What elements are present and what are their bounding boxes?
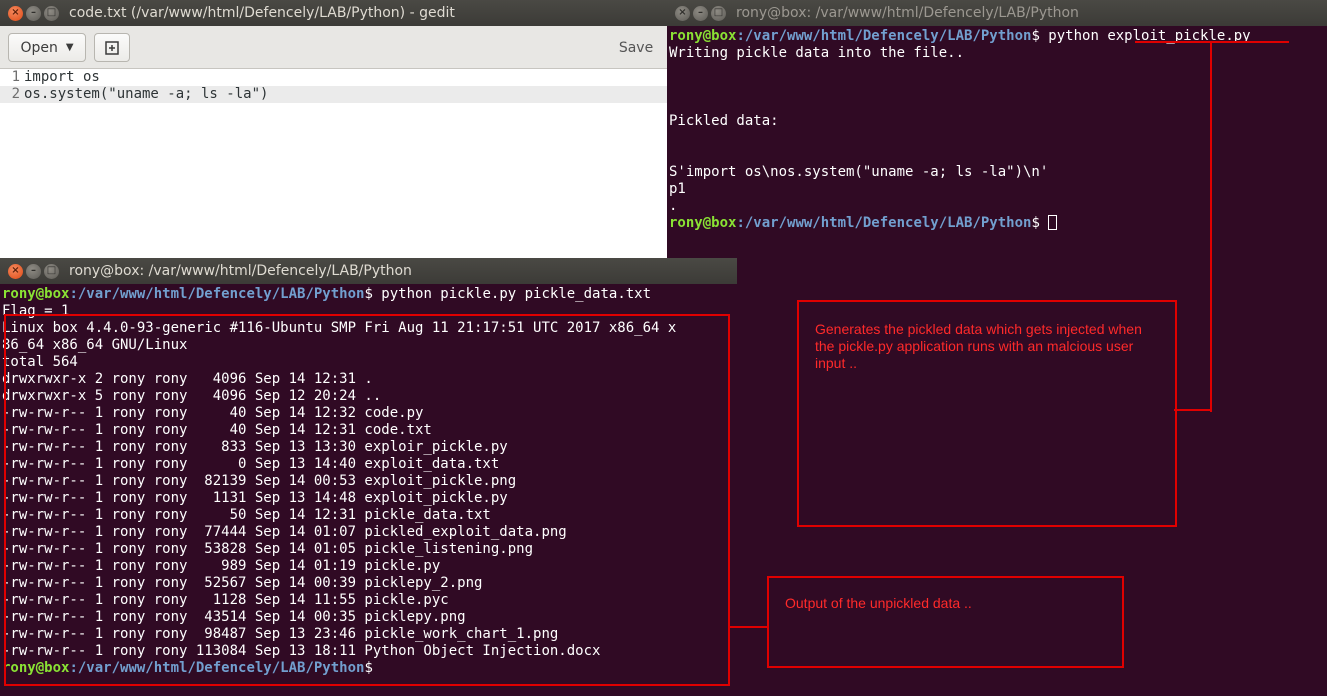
terminal-left-title: rony@box: /var/www/html/Defencely/LAB/Py… bbox=[69, 263, 412, 279]
maximize-icon[interactable]: □ bbox=[711, 5, 726, 21]
gedit-title: code.txt (/var/www/html/Defencely/LAB/Py… bbox=[69, 5, 455, 21]
output-line: S'import os\nos.system("uname -a; ls -la… bbox=[669, 164, 1049, 180]
prompt-symbol: $ bbox=[1031, 215, 1049, 231]
prompt-user: rony@box bbox=[669, 28, 737, 44]
open-button[interactable]: Open ▼ bbox=[8, 33, 86, 62]
pickled-annotation-text: Generates the pickled data which gets in… bbox=[815, 321, 1142, 371]
close-icon[interactable]: × bbox=[675, 5, 690, 21]
chevron-down-icon: ▼ bbox=[65, 42, 74, 53]
command-line: rony@box:/var/www/html/Defencely/LAB/Pyt… bbox=[0, 286, 737, 303]
close-icon[interactable]: × bbox=[8, 263, 23, 279]
output-line: . bbox=[669, 198, 678, 214]
output-line: Pickled data: bbox=[669, 113, 779, 129]
close-icon[interactable]: × bbox=[8, 5, 23, 21]
unpickled-annotation-text: Output of the unpickled data .. bbox=[785, 595, 972, 611]
editor-line-current: 2 os.system("uname -a; ls -la") bbox=[0, 86, 667, 103]
line-number: 1 bbox=[11, 69, 20, 85]
terminal-right-title: rony@box: /var/www/html/Defencely/LAB/Py… bbox=[736, 5, 1079, 21]
minimize-icon[interactable]: – bbox=[26, 5, 41, 21]
terminal-right-titlebar[interactable]: × – □ rony@box: /var/www/html/Defencely/… bbox=[667, 0, 1327, 26]
unpickled-annotation-box: Output of the unpickled data .. bbox=[767, 576, 1124, 668]
new-document-icon bbox=[105, 40, 119, 55]
maximize-icon[interactable]: □ bbox=[44, 5, 59, 21]
open-label: Open bbox=[20, 39, 58, 56]
connector-line bbox=[1174, 409, 1212, 411]
editor-line: 1 import os bbox=[0, 69, 667, 86]
command-prefix: $ python bbox=[1031, 28, 1108, 44]
prompt-path: :/var/www/html/Defencely/LAB/Python bbox=[736, 28, 1032, 44]
prompt-user: rony@box bbox=[2, 286, 70, 302]
gedit-window: × – □ code.txt (/var/www/html/Defencely/… bbox=[0, 0, 667, 300]
minimize-icon[interactable]: – bbox=[693, 5, 708, 21]
maximize-icon[interactable]: □ bbox=[44, 263, 59, 279]
terminal-left-titlebar[interactable]: × – □ rony@box: /var/www/html/Defencely/… bbox=[0, 258, 737, 284]
command-text: $ python pickle.py pickle_data.txt bbox=[364, 286, 652, 302]
connector-line bbox=[730, 626, 768, 628]
new-tab-button[interactable] bbox=[94, 33, 130, 62]
gedit-toolbar: Open ▼ Save bbox=[0, 26, 667, 69]
gedit-titlebar[interactable]: × – □ code.txt (/var/www/html/Defencely/… bbox=[0, 0, 667, 26]
pickled-annotation-box: Generates the pickled data which gets in… bbox=[797, 300, 1177, 527]
output-line: Writing pickle data into the file.. bbox=[669, 45, 965, 61]
prompt-path: :/var/www/html/Defencely/LAB/Python bbox=[69, 286, 365, 302]
prompt-user: rony@box bbox=[669, 215, 737, 231]
prompt-path: :/var/www/html/Defencely/LAB/Python bbox=[736, 215, 1032, 231]
output-line: p1 bbox=[669, 181, 686, 197]
line-text: os.system("uname -a; ls -la") bbox=[24, 86, 269, 102]
line-number: 2 bbox=[11, 86, 20, 102]
minimize-icon[interactable]: – bbox=[26, 263, 41, 279]
save-button[interactable]: Save bbox=[612, 33, 660, 62]
cursor bbox=[1048, 215, 1058, 230]
command-underline bbox=[1135, 41, 1289, 43]
connector-line bbox=[1210, 43, 1212, 412]
prompt-line: rony@box:/var/www/html/Defencely/LAB/Pyt… bbox=[667, 215, 1327, 232]
output-highlight-box bbox=[4, 314, 730, 686]
line-text: import os bbox=[24, 69, 100, 85]
terminal-right-output: Writing pickle data into the file.. Pickl… bbox=[667, 45, 1327, 215]
